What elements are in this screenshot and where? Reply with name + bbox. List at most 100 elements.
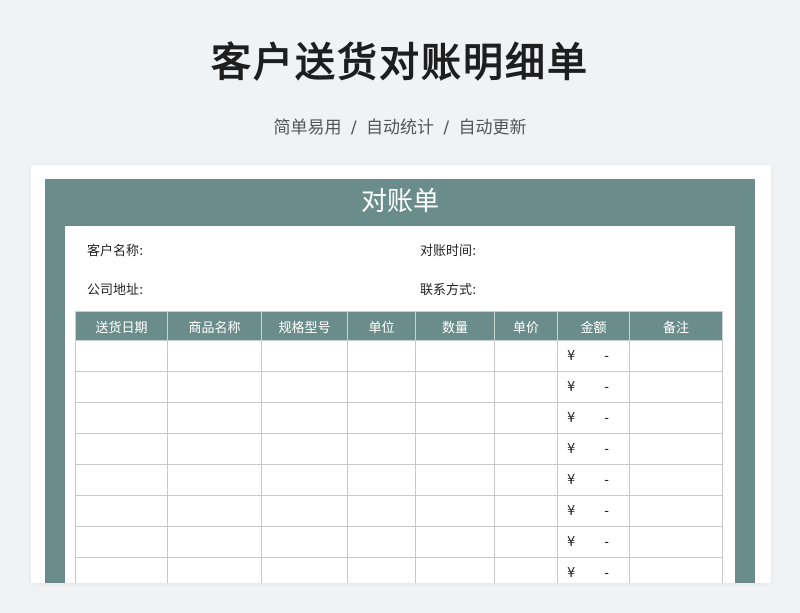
amount-cell[interactable]: ¥ - (557, 495, 630, 527)
quantity-cell[interactable] (415, 371, 495, 403)
unit-price-cell[interactable] (494, 433, 558, 465)
note-cell[interactable] (629, 433, 723, 465)
product-name-cell[interactable] (167, 433, 262, 465)
column-header-product-name: 商品名称 (167, 311, 262, 341)
sheet-body: 客户名称: 对账时间: 公司地址: 联系方式: 送货日期 商品名称 规格型号 单… (65, 226, 735, 583)
unit-price-cell[interactable] (494, 371, 558, 403)
column-header-quantity: 数量 (415, 311, 495, 341)
unit-cell[interactable] (347, 557, 416, 583)
product-name-cell[interactable] (167, 340, 262, 372)
amount-cell[interactable]: ¥ - (557, 464, 630, 496)
note-cell[interactable] (629, 557, 723, 583)
unit-cell[interactable] (347, 495, 416, 527)
currency-symbol: ¥ (567, 535, 576, 550)
quantity-cell[interactable] (415, 464, 495, 496)
unit-cell[interactable] (347, 433, 416, 465)
product-name-cell[interactable] (167, 526, 262, 558)
spec-model-cell[interactable] (261, 402, 348, 434)
amount-value: - (604, 473, 609, 488)
page-title: 客户送货对账明细单 (211, 40, 589, 86)
amount-cell[interactable]: ¥ - (557, 526, 630, 558)
amount-cell[interactable]: ¥ - (557, 433, 630, 465)
quantity-cell[interactable] (415, 340, 495, 372)
currency-symbol: ¥ (567, 442, 576, 457)
statement-card: 对账单 客户名称: 对账时间: 公司地址: 联系方式: 送货日期 商品名称 规格… (31, 165, 771, 583)
product-name-cell[interactable] (167, 402, 262, 434)
spec-model-cell[interactable] (261, 433, 348, 465)
currency-symbol: ¥ (567, 349, 576, 364)
spec-model-cell[interactable] (261, 464, 348, 496)
amount-cell[interactable]: ¥ - (557, 557, 630, 583)
unit-price-cell[interactable] (494, 340, 558, 372)
amount-value: - (604, 349, 609, 364)
delivery-date-cell[interactable] (75, 371, 168, 403)
quantity-cell[interactable] (415, 402, 495, 434)
amount-value: - (604, 411, 609, 426)
table-row: ¥ - (75, 495, 723, 527)
column-header-spec-model: 规格型号 (261, 311, 348, 341)
unit-price-cell[interactable] (494, 557, 558, 583)
delivery-date-cell[interactable] (75, 464, 168, 496)
currency-symbol: ¥ (567, 566, 576, 581)
amount-value: - (604, 442, 609, 457)
note-cell[interactable] (629, 464, 723, 496)
delivery-date-cell[interactable] (75, 433, 168, 465)
table-row: ¥ - (75, 464, 723, 496)
amount-cell[interactable]: ¥ - (557, 340, 630, 372)
spec-model-cell[interactable] (261, 371, 348, 403)
delivery-date-cell[interactable] (75, 495, 168, 527)
delivery-date-cell[interactable] (75, 340, 168, 372)
table-row: ¥ - (75, 371, 723, 403)
quantity-cell[interactable] (415, 526, 495, 558)
company-address-label: 公司地址: (87, 283, 144, 298)
unit-cell[interactable] (347, 526, 416, 558)
unit-cell[interactable] (347, 464, 416, 496)
product-name-cell[interactable] (167, 371, 262, 403)
statement-sheet: 对账单 客户名称: 对账时间: 公司地址: 联系方式: 送货日期 商品名称 规格… (45, 179, 755, 583)
product-name-cell[interactable] (167, 557, 262, 583)
statement-time-label: 对账时间: (420, 244, 477, 259)
note-cell[interactable] (629, 526, 723, 558)
note-cell[interactable] (629, 371, 723, 403)
unit-price-cell[interactable] (494, 464, 558, 496)
delivery-date-cell[interactable] (75, 526, 168, 558)
currency-symbol: ¥ (567, 504, 576, 519)
spec-model-cell[interactable] (261, 495, 348, 527)
delivery-date-cell[interactable] (75, 557, 168, 583)
delivery-date-cell[interactable] (75, 402, 168, 434)
note-cell[interactable] (629, 340, 723, 372)
amount-cell[interactable]: ¥ - (557, 371, 630, 403)
product-name-cell[interactable] (167, 495, 262, 527)
spec-model-cell[interactable] (261, 557, 348, 583)
sheet-title: 对账单 (360, 187, 439, 217)
page-subtitle: 简单易用 / 自动统计 / 自动更新 (273, 118, 527, 138)
quantity-cell[interactable] (415, 433, 495, 465)
unit-cell[interactable] (347, 402, 416, 434)
spec-model-cell[interactable] (261, 526, 348, 558)
note-cell[interactable] (629, 402, 723, 434)
amount-value: - (604, 566, 609, 581)
quantity-cell[interactable] (415, 557, 495, 583)
amount-value: - (604, 504, 609, 519)
amount-value: - (604, 535, 609, 550)
currency-symbol: ¥ (567, 473, 576, 488)
delivery-table: 送货日期 商品名称 规格型号 单位 数量 单价 金额 备注 ¥ - ¥ - ¥ - ¥ - ¥ -… (75, 311, 723, 583)
column-header-amount: 金额 (557, 311, 630, 341)
table-row: ¥ - (75, 557, 723, 583)
quantity-cell[interactable] (415, 495, 495, 527)
contact-label: 联系方式: (420, 283, 477, 298)
unit-price-cell[interactable] (494, 526, 558, 558)
currency-symbol: ¥ (567, 380, 576, 395)
table-body: ¥ - ¥ - ¥ - ¥ - ¥ - ¥ - ¥ - ¥ - (75, 340, 723, 583)
column-header-unit-price: 单价 (494, 311, 558, 341)
spec-model-cell[interactable] (261, 340, 348, 372)
unit-price-cell[interactable] (494, 495, 558, 527)
product-name-cell[interactable] (167, 464, 262, 496)
table-row: ¥ - (75, 402, 723, 434)
unit-cell[interactable] (347, 371, 416, 403)
column-header-unit: 单位 (347, 311, 416, 341)
unit-cell[interactable] (347, 340, 416, 372)
amount-cell[interactable]: ¥ - (557, 402, 630, 434)
note-cell[interactable] (629, 495, 723, 527)
unit-price-cell[interactable] (494, 402, 558, 434)
